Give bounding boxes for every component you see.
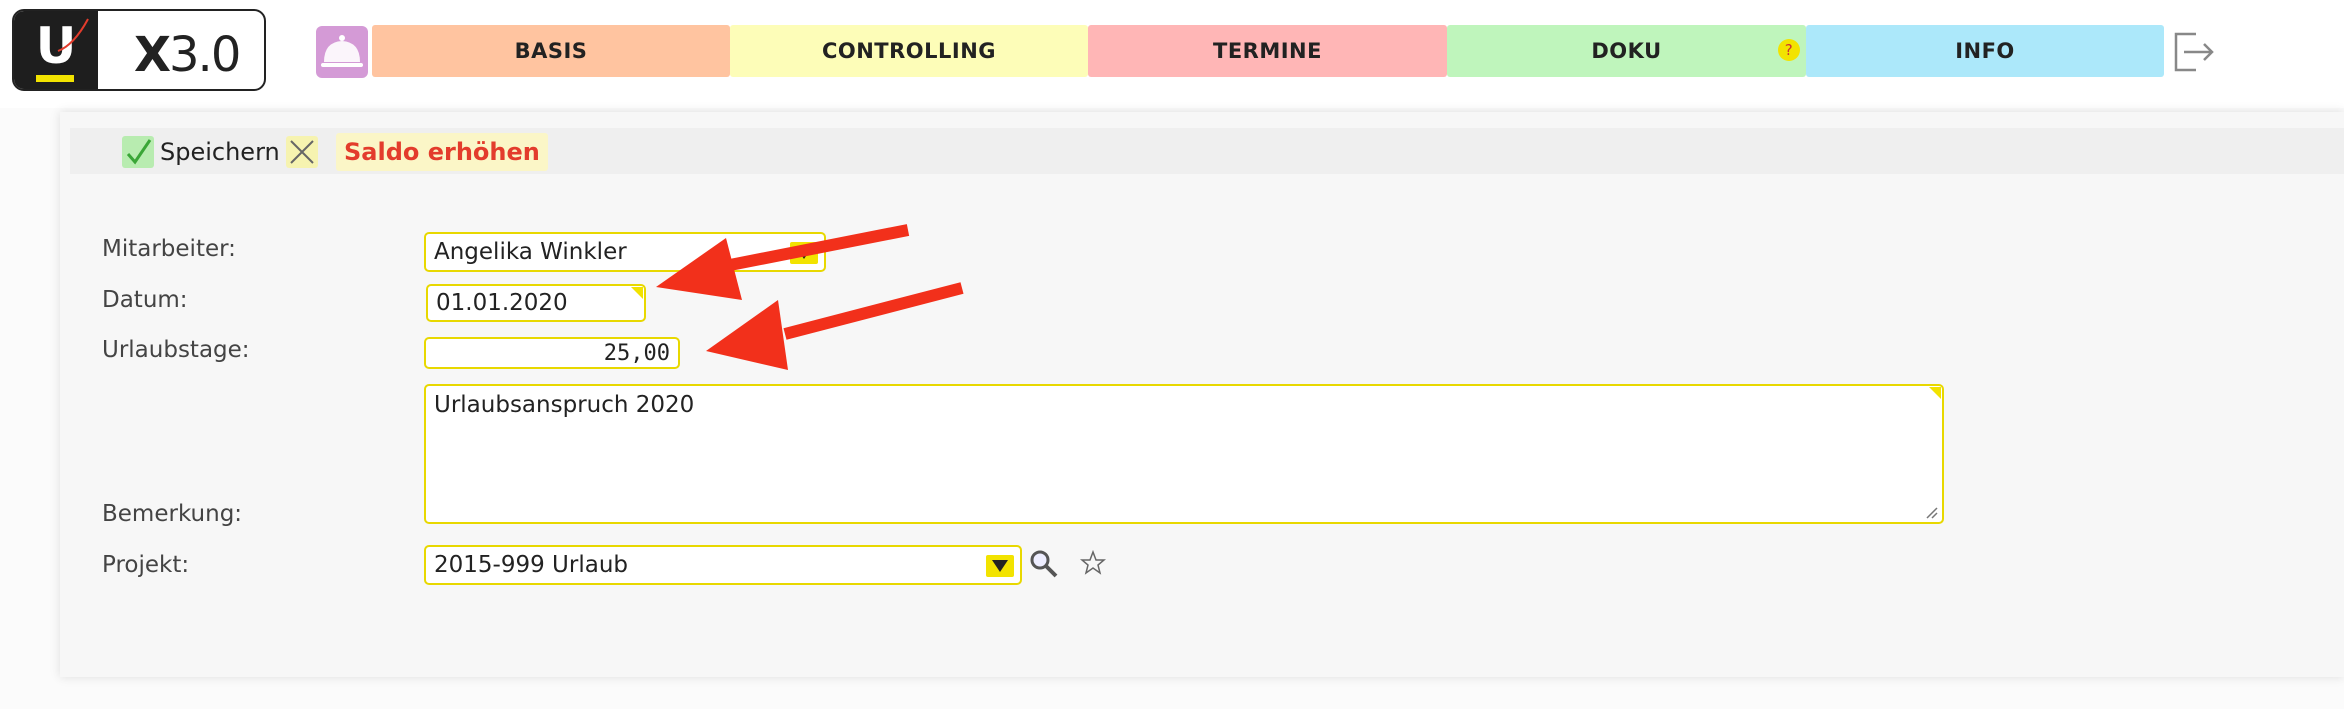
annotation-arrows bbox=[656, 224, 964, 370]
annotation-arrow bbox=[656, 224, 910, 300]
annotation-arrow bbox=[706, 282, 964, 370]
